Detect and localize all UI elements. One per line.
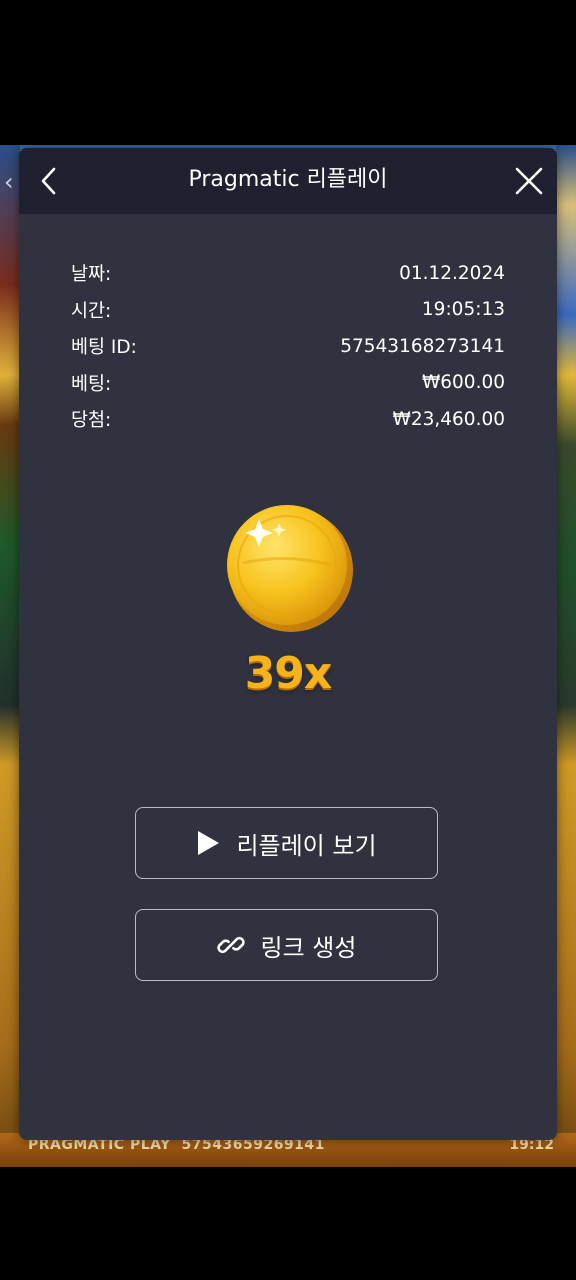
- bet-info-list: 날짜: 01.12.2024 시간: 19:05:13 베팅 ID: 57543…: [71, 255, 505, 438]
- screen: ‹ PRAGMATIC PLAY 57543659269141 19:12 Pr…: [0, 0, 576, 1280]
- info-row-bet: 베팅: ₩600.00: [71, 365, 505, 402]
- bet-label: 베팅:: [71, 373, 112, 395]
- date-value: 01.12.2024: [399, 262, 505, 284]
- time-value: 19:05:13: [421, 299, 505, 321]
- time-label: 시간:: [71, 300, 112, 322]
- gold-coin-icon: [219, 493, 359, 633]
- date-label: 날짜:: [71, 264, 112, 286]
- info-row-bet-id: 베팅 ID: 57543168273141: [71, 328, 505, 365]
- modal-title: Pragmatic 리플레이: [188, 167, 388, 192]
- background-back-icon: ‹: [4, 168, 14, 196]
- modal-header: Pragmatic 리플레이: [19, 148, 557, 214]
- game-reel-left-edge: [0, 145, 20, 1167]
- bet-id-label: 베팅 ID:: [71, 337, 137, 359]
- create-link-button[interactable]: 링크 생성: [135, 909, 438, 981]
- bet-value: ₩600.00: [421, 372, 505, 394]
- replay-modal: Pragmatic 리플레이 날짜: 01.12.2024 시간: 19:05:…: [19, 148, 557, 1140]
- close-button[interactable]: [509, 161, 549, 201]
- win-value: ₩23,460.00: [392, 408, 505, 430]
- game-reel-right-edge: [556, 145, 576, 1167]
- view-replay-button[interactable]: 리플레이 보기: [135, 807, 438, 879]
- win-multiplier: 39x: [244, 648, 333, 699]
- play-icon: [196, 830, 220, 856]
- info-row-date: 날짜: 01.12.2024: [71, 255, 505, 292]
- info-row-win: 당첨: ₩23,460.00: [71, 401, 505, 438]
- close-icon: [515, 167, 543, 195]
- link-icon: [216, 931, 245, 959]
- view-replay-label: 리플레이 보기: [236, 831, 377, 860]
- bet-id-value: 57543168273141: [340, 335, 505, 357]
- info-row-time: 시간: 19:05:13: [71, 292, 505, 329]
- create-link-label: 링크 생성: [260, 933, 357, 962]
- win-label: 당첨:: [71, 410, 112, 432]
